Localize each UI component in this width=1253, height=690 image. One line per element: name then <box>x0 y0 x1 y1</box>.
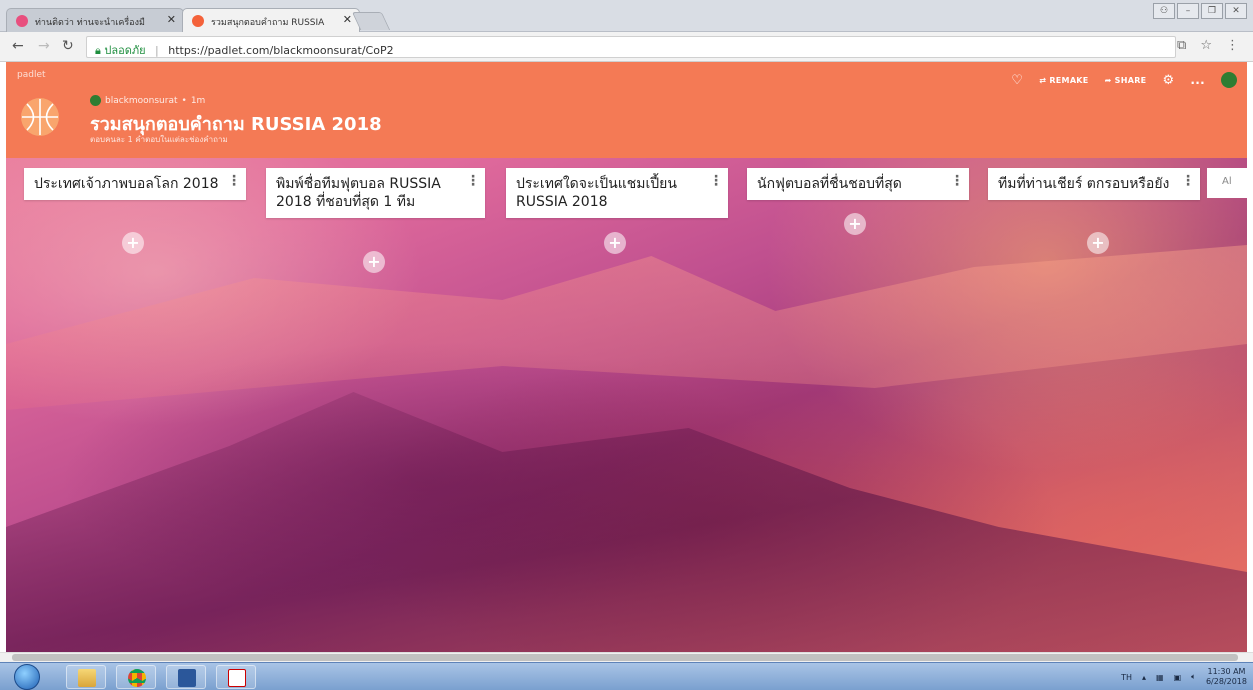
browser-tab-2[interactable]: รวมสนุกตอบคำถาม RUSSIA ✕ <box>182 8 360 32</box>
column-header-1: ประเทศเจ้าภาพบอลโลก 2018 ⋮ <box>24 168 246 200</box>
url-text: https://padlet.com/blackmoonsurat/CoP2 <box>168 44 394 57</box>
dot-separator: • <box>181 95 187 106</box>
tab-title: ท่านติดว่า ท่านจะนำเครื่องมื <box>35 18 145 28</box>
header-actions: ♡ ⇄ REMAKE ➦ SHARE ⚙ ... <box>1011 72 1237 88</box>
tray-expand-icon[interactable]: ▴ <box>1142 673 1146 682</box>
add-post-button[interactable]: + <box>363 251 385 273</box>
back-arrow-icon[interactable]: ← <box>12 38 24 54</box>
add-post-button[interactable]: + <box>844 213 866 235</box>
taskbar-clock[interactable]: 11:30 AM 6/28/2018 <box>1206 667 1247 687</box>
column-header-2: พิมพ์ชื่อทีมฟุตบอล RUSSIA 2018 ที่ชอบที่… <box>266 168 485 218</box>
column-title: ประเทศเจ้าภาพบอลโลก 2018 <box>34 176 219 192</box>
reload-icon[interactable]: ↻ <box>62 38 74 54</box>
author-row: blackmoonsurat • 1m <box>90 95 205 106</box>
browser-menu-icon[interactable]: ⋮ <box>1226 38 1239 53</box>
close-window-button[interactable]: ✕ <box>1225 3 1247 19</box>
add-post-button[interactable]: + <box>122 232 144 254</box>
tab-title: รวมสนุกตอบคำถาม RUSSIA <box>211 18 325 28</box>
volume-icon[interactable]: 🔈︎ <box>1191 672 1196 682</box>
column-menu-icon[interactable]: ⋮ <box>950 172 964 190</box>
column-title: ทีมที่ท่านเชียร์ ตกรอบหรือยัง <box>998 176 1170 192</box>
padlet-board: padlet blackmoonsurat • 1m รวมสนุกตอบคำถ… <box>6 62 1247 652</box>
time-ago: 1m <box>190 95 206 106</box>
word-icon <box>178 669 196 687</box>
profile-icon[interactable]: ⚇ <box>1153 3 1175 19</box>
forward-arrow-icon[interactable]: → <box>38 38 50 54</box>
window-controls: ⚇ – ❐ ✕ <box>1153 3 1247 19</box>
column-header-5: ทีมที่ท่านเชียร์ ตกรอบหรือยัง ⋮ <box>988 168 1200 200</box>
remake-label: REMAKE <box>1049 75 1089 85</box>
action-center-icon[interactable]: ▣ <box>1174 673 1182 682</box>
column-menu-icon[interactable]: ⋮ <box>709 172 723 190</box>
taskbar-acrobat-button[interactable] <box>216 665 256 689</box>
clock-date: 6/28/2018 <box>1205 677 1247 686</box>
url-separator: | <box>155 44 159 57</box>
maximize-button[interactable]: ❐ <box>1201 3 1223 19</box>
heart-icon[interactable]: ♡ <box>1011 73 1023 88</box>
background-rock-layer <box>6 392 1247 652</box>
language-indicator[interactable]: TH <box>1121 673 1132 682</box>
column-title: ประเทศใดจะเป็นแชมเปี้ยน RUSSIA 2018 <box>516 176 677 210</box>
column-title: พิมพ์ชื่อทีมฟุตบอล RUSSIA 2018 ที่ชอบที่… <box>276 176 441 210</box>
address-toolbar: ← → ↻ 🔒︎ ปลอดภัย | https://padlet.com/bl… <box>0 32 1253 62</box>
add-post-button[interactable]: + <box>1087 232 1109 254</box>
author-avatar[interactable] <box>90 95 101 106</box>
bookmark-star-icon[interactable]: ☆ <box>1200 38 1212 53</box>
browser-tab-1[interactable]: ท่านติดว่า ท่านจะนำเครื่องมื ✕ <box>6 8 184 32</box>
column-title: นักฟุตบอลที่ชื่นชอบที่สุด <box>757 176 902 192</box>
translate-icon[interactable]: ⧉ <box>1177 38 1186 53</box>
tab-favicon-icon <box>16 15 28 27</box>
url-field[interactable]: 🔒︎ ปลอดภัย | https://padlet.com/blackmoo… <box>86 36 1176 58</box>
pdf-icon <box>228 669 246 687</box>
user-avatar[interactable] <box>1221 72 1237 88</box>
background-rock-layer <box>6 245 1247 410</box>
column-menu-icon[interactable]: ⋮ <box>466 172 480 190</box>
gear-icon[interactable]: ⚙ <box>1162 73 1174 88</box>
padlet-description: ตอบคนละ 1 คำตอบในแต่ละช่องคำถาม <box>90 135 228 144</box>
secure-label: ปลอดภัย <box>104 44 146 57</box>
column-menu-icon[interactable]: ⋮ <box>227 172 241 190</box>
tab-favicon-icon <box>192 15 204 27</box>
windows-start-button[interactable] <box>14 664 40 690</box>
browser-tab-strip: ท่านติดว่า ท่านจะนำเครื่องมื ✕ รวมสนุกตอ… <box>0 0 1253 32</box>
horizontal-scrollbar[interactable] <box>0 652 1253 662</box>
folder-icon <box>78 669 96 687</box>
chrome-icon <box>128 669 146 687</box>
share-label: SHARE <box>1114 75 1147 85</box>
author-name[interactable]: blackmoonsurat <box>105 96 178 106</box>
basketball-icon <box>21 98 59 136</box>
column-header-3: ประเทศใดจะเป็นแชมเปี้ยน RUSSIA 2018 ⋮ <box>506 168 728 218</box>
lock-icon: 🔒︎ <box>95 44 101 57</box>
column-menu-icon[interactable]: ⋮ <box>1181 172 1195 190</box>
system-tray: TH ▴ ▦ ▣ 🔈︎ 11:30 AM 6/28/2018 <box>1121 663 1247 690</box>
taskbar-word-button[interactable] <box>166 665 206 689</box>
minimize-button[interactable]: – <box>1177 3 1199 19</box>
browser-tools: ⧉ ☆ ⋮ <box>1177 38 1239 53</box>
clock-time: 11:30 AM <box>1207 667 1246 676</box>
share-button[interactable]: ➦ SHARE <box>1105 76 1147 85</box>
windows-taskbar: TH ▴ ▦ ▣ 🔈︎ 11:30 AM 6/28/2018 <box>0 662 1253 690</box>
scrollbar-thumb[interactable] <box>12 654 1238 661</box>
taskbar-chrome-button[interactable] <box>116 665 156 689</box>
column-header-4: นักฟุตบอลที่ชื่นชอบที่สุด ⋮ <box>747 168 969 200</box>
add-post-button[interactable]: + <box>604 232 626 254</box>
taskbar-explorer-button[interactable] <box>66 665 106 689</box>
remake-button[interactable]: ⇄ REMAKE <box>1039 76 1088 85</box>
padlet-header: padlet blackmoonsurat • 1m รวมสนุกตอบคำถ… <box>6 62 1247 158</box>
tab-close-icon[interactable]: ✕ <box>167 13 176 26</box>
padlet-logo[interactable]: padlet <box>17 70 46 80</box>
tab-close-icon[interactable]: ✕ <box>343 13 352 26</box>
column-header-6-peek[interactable]: Al <box>1207 168 1247 198</box>
more-options-button[interactable]: ... <box>1190 73 1205 87</box>
network-icon[interactable]: ▦ <box>1156 673 1164 682</box>
